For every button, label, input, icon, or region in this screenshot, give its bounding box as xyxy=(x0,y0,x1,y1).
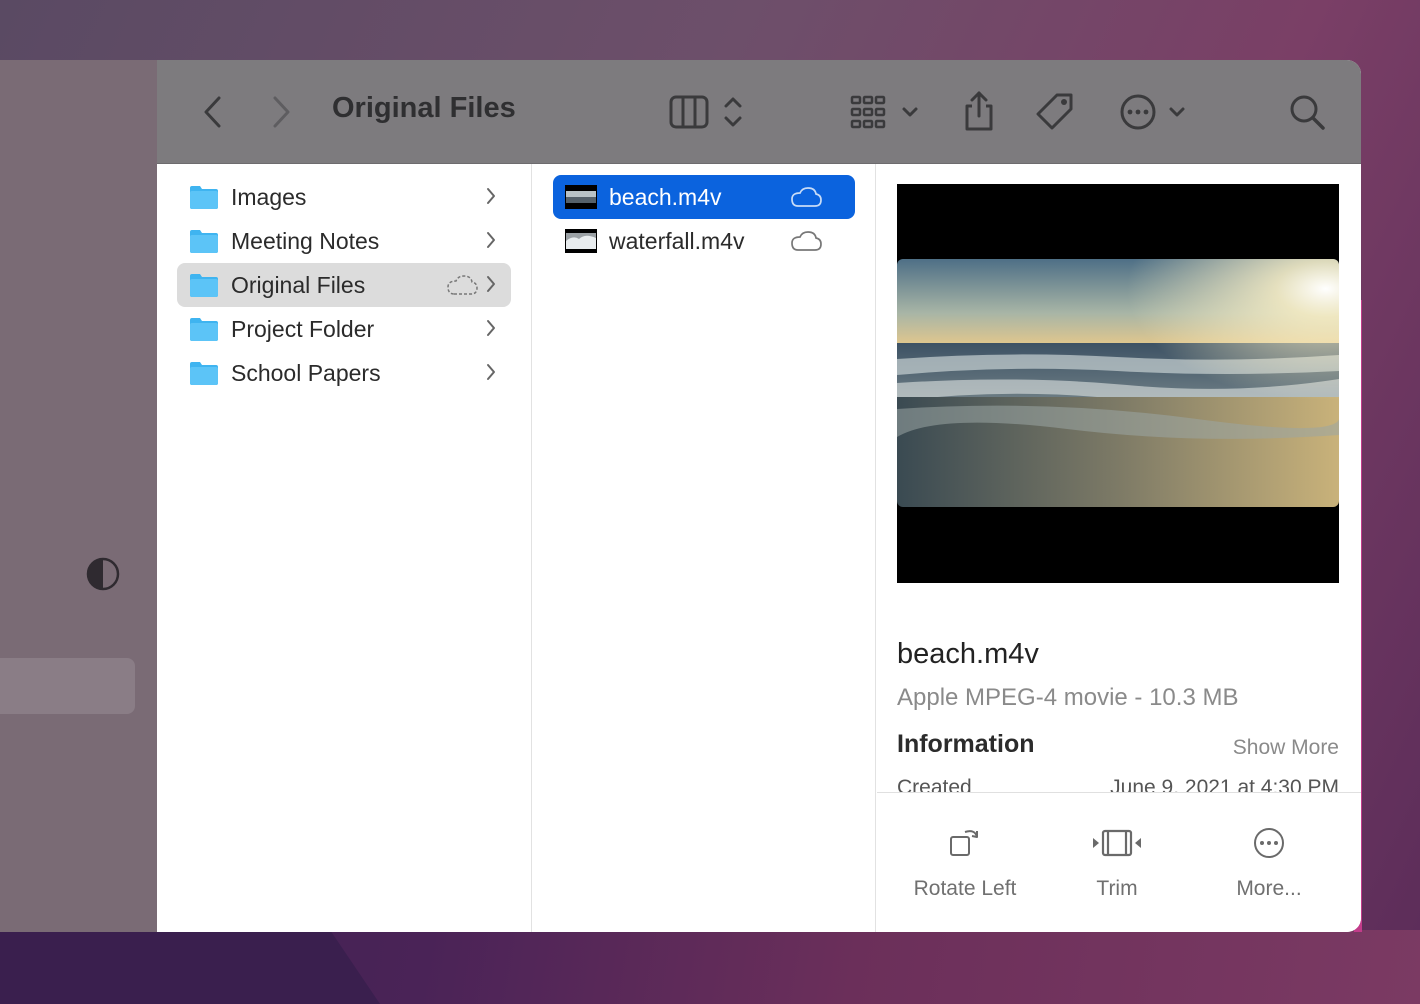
toolbar: Original Files xyxy=(157,60,1361,164)
chevron-right-icon xyxy=(487,188,495,204)
chevron-left-icon[interactable] xyxy=(195,92,229,132)
chevron-right-icon xyxy=(487,320,495,336)
folder-label: Project Folder xyxy=(231,315,375,342)
file-label: waterfall.m4v xyxy=(609,227,745,254)
trim-button[interactable]: Trim xyxy=(1037,793,1197,932)
rotate-left-icon xyxy=(885,823,1045,863)
preview-file-kind: Apple MPEG-4 movie - 10.3 MB xyxy=(897,684,1239,711)
grid-group-icon[interactable] xyxy=(847,90,927,134)
folder-column: Images Meeting Notes Original Files Proj… xyxy=(157,164,532,932)
quick-actions-bar: Rotate Left Trim More... xyxy=(877,792,1361,932)
rotate-left-button[interactable]: Rotate Left xyxy=(885,793,1045,932)
chevron-right-icon xyxy=(487,276,495,292)
window-title: Original Files xyxy=(332,92,516,124)
wallpaper-shape xyxy=(0,930,380,1004)
background-field xyxy=(0,658,135,714)
folder-label: Original Files xyxy=(231,271,366,298)
preview-file-name: beach.m4v xyxy=(897,638,1039,670)
folder-icon xyxy=(190,230,218,253)
folder-label: Images xyxy=(231,183,307,210)
show-more-button[interactable]: Show More xyxy=(1233,736,1339,760)
more-button[interactable]: More... xyxy=(1189,793,1349,932)
cloud-icon[interactable] xyxy=(789,229,823,253)
beach-preview-image xyxy=(897,259,1339,507)
folder-label: Meeting Notes xyxy=(231,227,380,254)
browser-content: Images Meeting Notes Original Files Proj… xyxy=(157,164,1361,932)
list-item[interactable]: Images xyxy=(177,175,511,219)
folder-icon xyxy=(190,186,218,209)
tag-icon[interactable] xyxy=(1033,90,1077,134)
finder-window: Original Files Images Meeting Notes Orig… xyxy=(157,60,1361,932)
video-thumbnail-icon xyxy=(565,185,597,209)
information-heading: Information xyxy=(897,730,1035,758)
background-window xyxy=(0,60,157,932)
list-item[interactable]: Meeting Notes xyxy=(177,219,511,263)
file-label: beach.m4v xyxy=(609,183,722,210)
cloud-icon xyxy=(447,275,478,295)
trim-label: Trim xyxy=(1096,877,1138,900)
video-thumbnail-icon xyxy=(565,229,597,253)
list-item[interactable]: School Papers xyxy=(177,351,511,395)
cloud-icon[interactable] xyxy=(789,185,823,209)
video-preview[interactable] xyxy=(897,184,1339,583)
chevron-right-icon xyxy=(487,232,495,248)
contrast-icon xyxy=(86,557,120,591)
folder-icon xyxy=(190,318,218,341)
trim-icon xyxy=(1037,823,1197,863)
column-view-icon[interactable] xyxy=(667,90,747,134)
list-item[interactable]: beach.m4v xyxy=(553,175,855,219)
rotate-left-label: Rotate Left xyxy=(913,877,1017,900)
folder-label: School Papers xyxy=(231,359,381,386)
preview-pane: beach.m4v Apple MPEG-4 movie - 10.3 MB I… xyxy=(877,164,1361,932)
search-icon[interactable] xyxy=(1285,90,1329,134)
share-icon[interactable] xyxy=(957,88,1001,134)
chevron-right-icon xyxy=(487,364,495,380)
list-item[interactable]: Project Folder xyxy=(177,307,511,351)
folder-icon xyxy=(190,274,218,297)
folder-icon xyxy=(190,362,218,385)
file-column: beach.m4v waterfall.m4v xyxy=(533,164,876,932)
chevron-right-icon[interactable] xyxy=(265,92,299,132)
list-item[interactable]: Original Files xyxy=(177,263,511,307)
more-label: More... xyxy=(1236,877,1302,900)
ellipsis-circle-icon[interactable] xyxy=(1117,90,1197,134)
list-item[interactable]: waterfall.m4v xyxy=(553,219,855,263)
ellipsis-circle-icon xyxy=(1189,823,1349,863)
